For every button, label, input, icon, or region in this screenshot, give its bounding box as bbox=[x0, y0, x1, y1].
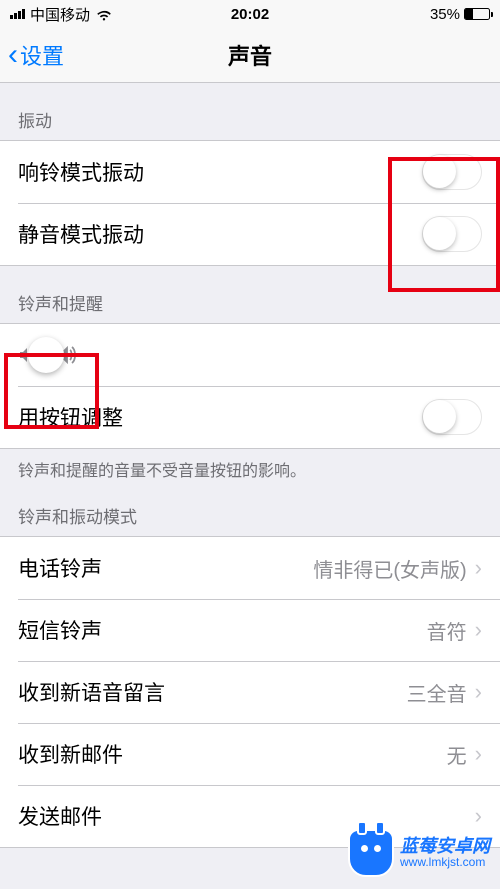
ringer-footer: 铃声和提醒的音量不受音量按钮的影响。 bbox=[0, 449, 500, 489]
ring-vibrate-label: 响铃模式振动 bbox=[18, 157, 144, 187]
slider-thumb[interactable] bbox=[28, 337, 64, 373]
sent-mail-label: 发送邮件 bbox=[18, 801, 102, 831]
volume-slider-cell bbox=[0, 324, 500, 386]
watermark-title: 蓝莓安卓网 bbox=[400, 837, 490, 857]
vibration-group: 响铃模式振动 静音模式振动 bbox=[0, 140, 500, 266]
silent-vibrate-cell: 静音模式振动 bbox=[0, 203, 500, 265]
chevron-right-icon: › bbox=[475, 617, 482, 643]
ring-vibrate-cell: 响铃模式振动 bbox=[0, 141, 500, 203]
ringtone-cell[interactable]: 电话铃声 情非得已(女声版) › bbox=[0, 537, 500, 599]
chevron-right-icon: › bbox=[475, 555, 482, 581]
voicemail-cell[interactable]: 收到新语音留言 三全音 › bbox=[0, 661, 500, 723]
status-left: 中国移动 bbox=[10, 4, 113, 25]
wifi-icon bbox=[95, 8, 113, 21]
text-tone-cell[interactable]: 短信铃声 音符 › bbox=[0, 599, 500, 661]
back-button[interactable]: ‹ 设置 bbox=[0, 38, 64, 72]
ringtone-value: 情非得已(女声版) bbox=[313, 554, 466, 583]
back-label: 设置 bbox=[20, 39, 64, 71]
status-right: 35% bbox=[430, 6, 490, 23]
section-header-vibration: 振动 bbox=[0, 83, 500, 140]
watermark-logo-icon bbox=[348, 829, 394, 877]
chevron-right-icon: › bbox=[475, 803, 482, 829]
button-adjust-toggle[interactable] bbox=[422, 399, 482, 435]
chevron-right-icon: › bbox=[475, 741, 482, 767]
ringtone-label: 电话铃声 bbox=[18, 553, 102, 583]
sounds-group: 电话铃声 情非得已(女声版) › 短信铃声 音符 › 收到新语音留言 三全音 ›… bbox=[0, 536, 500, 848]
silent-vibrate-toggle[interactable] bbox=[422, 216, 482, 252]
voicemail-value: 三全音 bbox=[407, 678, 467, 707]
text-tone-value: 音符 bbox=[427, 616, 467, 645]
text-tone-label: 短信铃声 bbox=[18, 615, 102, 645]
section-header-sounds: 铃声和振动模式 bbox=[0, 489, 500, 536]
watermark-url: www.lmkjst.com bbox=[400, 856, 490, 869]
watermark: 蓝莓安卓网 www.lmkjst.com bbox=[348, 829, 490, 877]
nav-bar: ‹ 设置 声音 bbox=[0, 28, 500, 83]
new-mail-value: 无 bbox=[447, 740, 467, 769]
new-mail-cell[interactable]: 收到新邮件 无 › bbox=[0, 723, 500, 785]
signal-icon bbox=[10, 9, 25, 19]
chevron-left-icon: ‹ bbox=[8, 38, 18, 72]
status-bar: 中国移动 20:02 35% bbox=[0, 0, 500, 28]
battery-pct: 35% bbox=[430, 6, 460, 23]
section-header-ringer: 铃声和提醒 bbox=[0, 266, 500, 323]
voicemail-label: 收到新语音留言 bbox=[18, 677, 165, 707]
ring-vibrate-toggle[interactable] bbox=[422, 154, 482, 190]
button-adjust-cell: 用按钮调整 bbox=[0, 386, 500, 448]
page-title: 声音 bbox=[228, 39, 272, 71]
new-mail-label: 收到新邮件 bbox=[18, 739, 123, 769]
silent-vibrate-label: 静音模式振动 bbox=[18, 219, 144, 249]
status-time: 20:02 bbox=[231, 6, 269, 23]
button-adjust-label: 用按钮调整 bbox=[18, 402, 123, 432]
battery-icon bbox=[464, 8, 490, 20]
carrier-label: 中国移动 bbox=[30, 4, 90, 25]
ringer-group: 用按钮调整 bbox=[0, 323, 500, 449]
chevron-right-icon: › bbox=[475, 679, 482, 705]
